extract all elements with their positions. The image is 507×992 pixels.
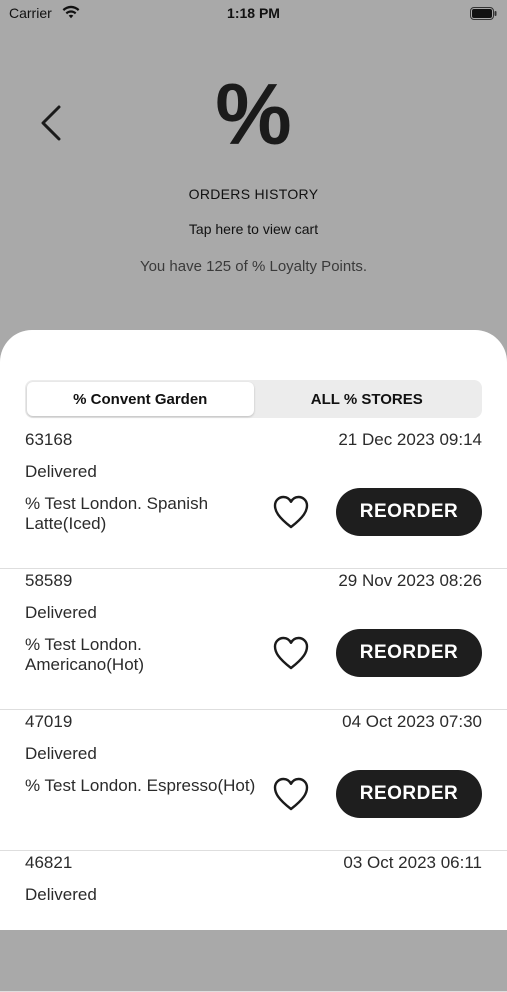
order-status: Delivered	[25, 744, 97, 763]
battery-icon	[470, 7, 497, 20]
clock: 1:18 PM	[227, 5, 280, 21]
view-cart-link[interactable]: Tap here to view cart	[0, 221, 507, 237]
heart-outline-icon[interactable]	[272, 776, 310, 812]
order-description: % Test London. Spanish Latte(Iced)	[25, 494, 209, 533]
order-row: 63168 21 Dec 2023 09:14 Delivered % Test…	[0, 428, 507, 569]
page-title: ORDERS HISTORY	[188, 186, 319, 202]
order-row: 47019 04 Oct 2023 07:30 Delivered % Test…	[0, 710, 507, 851]
order-date: 04 Oct 2023 07:30	[342, 712, 482, 731]
order-number: 63168	[25, 430, 73, 449]
tab-convent-garden[interactable]: % Convent Garden	[27, 382, 254, 416]
reorder-button[interactable]: REORDER	[336, 770, 482, 818]
store-segmented-control: % Convent Garden ALL % STORES	[25, 380, 482, 418]
loyalty-points-text: You have 125 of % Loyalty Points.	[139, 258, 368, 275]
order-status: Delivered	[25, 462, 97, 481]
status-bar: Carrier 1:18 PM	[0, 0, 507, 28]
orders-sheet: % Convent Garden ALL % STORES 63168 21 D…	[0, 330, 507, 992]
header: % ORDERS HISTORY Tap here to view cart Y…	[0, 28, 507, 330]
reorder-button[interactable]: REORDER	[336, 629, 482, 677]
order-description: % Test London. Americano(Hot)	[25, 635, 145, 674]
order-row: 58589 29 Nov 2023 08:26 Delivered % Test…	[0, 569, 507, 710]
orders-list: 63168 21 Dec 2023 09:14 Delivered % Test…	[0, 428, 507, 992]
order-date: 21 Dec 2023 09:14	[338, 430, 482, 449]
brand-logo: %	[215, 67, 292, 163]
order-date: 03 Oct 2023 06:11	[343, 853, 482, 872]
reorder-button[interactable]: REORDER	[336, 488, 482, 536]
order-date: 29 Nov 2023 08:26	[338, 571, 482, 590]
order-row: 46821 03 Oct 2023 06:11 Delivered	[0, 851, 507, 992]
heart-outline-icon[interactable]	[272, 635, 310, 671]
tab-all-stores[interactable]: ALL % STORES	[254, 382, 481, 416]
order-status: Delivered	[25, 603, 97, 622]
order-description: % Test London. Espresso(Hot)	[25, 776, 256, 795]
order-status: Delivered	[25, 885, 97, 904]
order-number: 58589	[25, 571, 73, 590]
order-number: 47019	[25, 712, 73, 731]
heart-outline-icon[interactable]	[272, 494, 310, 530]
order-number: 46821	[25, 853, 73, 872]
